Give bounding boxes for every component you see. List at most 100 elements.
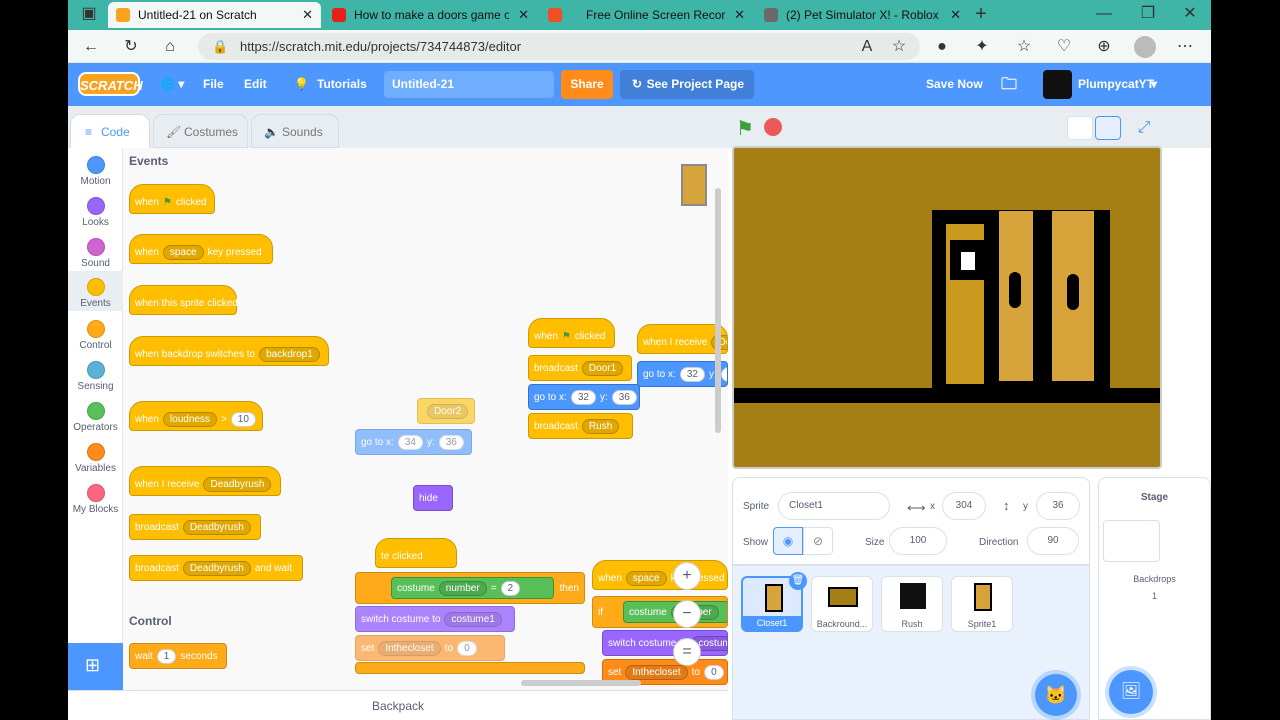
- size-input[interactable]: 100: [889, 527, 947, 555]
- zoom-reset-button[interactable]: =: [673, 638, 701, 666]
- avatar[interactable]: [1043, 70, 1072, 99]
- tab-scratch[interactable]: Untitled-21 on Scratch ✕: [108, 2, 321, 28]
- profile-icon[interactable]: [1134, 36, 1156, 58]
- new-tab-button[interactable]: +: [970, 3, 992, 25]
- sprite-closet1[interactable]: 🗑 Closet1: [741, 572, 807, 632]
- see-project-page-button[interactable]: ↻ See Project Page: [620, 70, 754, 99]
- tab-recorder[interactable]: Free Online Screen Recorder ✕: [540, 2, 753, 28]
- script-workspace[interactable]: Door2 go to x: 34 y: 36 hide te clicked cos…: [345, 148, 728, 690]
- restore-icon[interactable]: ❐: [1137, 3, 1159, 25]
- scratch-logo[interactable]: SCRATCH: [78, 72, 143, 96]
- minimize-icon[interactable]: —: [1093, 3, 1115, 25]
- category-motion[interactable]: Motion: [68, 152, 123, 187]
- globe-icon[interactable]: 🌐 ▾: [160, 63, 184, 106]
- when-i-receive-block[interactable]: when I receive Deadbyrush: [129, 466, 281, 496]
- zoom-out-button[interactable]: −: [673, 600, 701, 628]
- close-window-icon[interactable]: ✕: [1179, 3, 1201, 25]
- file-menu[interactable]: File: [203, 63, 224, 106]
- fullscreen-icon[interactable]: ⤢: [1131, 116, 1157, 140]
- costume-number-equals-block[interactable]: costume number = 2: [391, 577, 554, 599]
- tab-roblox[interactable]: (2) Pet Simulator X! - Roblox ✕: [756, 2, 969, 28]
- normal-stage-icon[interactable]: [1095, 116, 1121, 140]
- extension-icon[interactable]: ●: [931, 36, 953, 58]
- stage-panel[interactable]: Stage Backdrops 1 🖼: [1098, 477, 1211, 720]
- workspace-sprite-clicked-block[interactable]: te clicked: [375, 538, 457, 568]
- tab-sounds[interactable]: 🔈 Sounds: [251, 114, 339, 148]
- share-button[interactable]: Share: [561, 70, 613, 99]
- back-icon[interactable]: ←: [80, 36, 102, 58]
- category-variables[interactable]: Variables: [68, 439, 123, 474]
- category-events[interactable]: Events: [68, 271, 123, 311]
- broadcast-rush-block[interactable]: broadcast Rush: [528, 413, 633, 439]
- read-aloud-icon[interactable]: A: [856, 36, 878, 58]
- show-visible-icon[interactable]: ◉: [773, 527, 803, 555]
- broadcast-and-wait-block[interactable]: broadcast Deadbyrush and wait: [129, 555, 303, 581]
- sprite-rush[interactable]: Rush: [881, 576, 943, 632]
- close-icon[interactable]: ✕: [518, 7, 529, 23]
- when-flag-clicked-script[interactable]: when ⚑ clicked: [528, 318, 615, 348]
- small-stage-icon[interactable]: [1067, 116, 1093, 140]
- add-sprite-button[interactable]: 🐱: [1035, 674, 1077, 716]
- category-operators[interactable]: Operators: [68, 398, 123, 433]
- sprite-sprite1[interactable]: Sprite1: [951, 576, 1013, 632]
- chevron-down-icon[interactable]: ▾: [1151, 63, 1157, 106]
- sprite-background[interactable]: Backround...: [811, 576, 873, 632]
- collections-icon[interactable]: ⊕: [1093, 36, 1115, 58]
- when-space-pressed-script[interactable]: whenspacekey pressed: [592, 560, 728, 590]
- if-costume-block[interactable]: costume number = 2 then: [355, 572, 585, 604]
- tab-code[interactable]: ≡ Code: [70, 114, 150, 148]
- more-icon[interactable]: ⋯: [1174, 36, 1196, 58]
- close-icon[interactable]: ✕: [950, 7, 961, 23]
- category-sensing[interactable]: Sensing: [68, 357, 123, 392]
- tab-youtube[interactable]: How to make a doors game on s ✕: [324, 2, 537, 28]
- show-hidden-icon[interactable]: ⊘: [803, 527, 833, 555]
- category-sound[interactable]: Sound: [68, 234, 123, 269]
- when-key-pressed-block[interactable]: when space key pressed: [129, 234, 273, 264]
- vertical-scrollbar[interactable]: [715, 188, 721, 433]
- save-now-button[interactable]: Save Now: [926, 63, 983, 106]
- close-icon[interactable]: ✕: [302, 7, 313, 23]
- browser-essentials-icon[interactable]: ♡: [1053, 36, 1075, 58]
- if-block[interactable]: if costumenumber: [592, 596, 728, 628]
- add-extension-button[interactable]: ⊞: [68, 643, 123, 690]
- when-backdrop-switches-block[interactable]: when backdrop switches to backdrop1: [129, 336, 329, 366]
- close-icon[interactable]: ✕: [734, 7, 745, 23]
- delete-icon[interactable]: 🗑: [789, 572, 807, 590]
- url-input[interactable]: 🔒 https://scratch.mit.edu/projects/73474…: [198, 33, 920, 60]
- horizontal-scrollbar[interactable]: [521, 680, 641, 686]
- when-loudness-block[interactable]: when loudness >10: [129, 401, 263, 431]
- category-my-blocks[interactable]: My Blocks: [68, 480, 123, 515]
- direction-input[interactable]: 90: [1027, 527, 1079, 555]
- tab-costumes[interactable]: 🖌 Costumes: [153, 114, 248, 148]
- project-title-input[interactable]: Untitled-21: [384, 71, 554, 98]
- when-sprite-clicked-block[interactable]: when this sprite clicked: [129, 285, 238, 315]
- add-backdrop-button[interactable]: 🖼: [1109, 670, 1153, 714]
- y-input[interactable]: 36: [1036, 492, 1080, 520]
- broadcast-block[interactable]: broadcast Deadbyrush: [129, 514, 261, 540]
- home-icon[interactable]: ⌂: [159, 36, 181, 58]
- favorite-add-icon[interactable]: ☆: [888, 36, 910, 58]
- category-looks[interactable]: Looks: [68, 193, 123, 228]
- edit-menu[interactable]: Edit: [244, 63, 267, 106]
- refresh-icon[interactable]: ↻: [120, 36, 142, 58]
- username-menu[interactable]: PlumpycatYT: [1078, 63, 1154, 106]
- extensions-icon[interactable]: ✦: [971, 36, 993, 58]
- broadcast-door1-block[interactable]: broadcast Door1: [528, 355, 632, 381]
- backpack[interactable]: Backpack: [68, 690, 728, 720]
- green-flag-icon[interactable]: ⚑: [736, 116, 754, 141]
- sprite-name-input[interactable]: Closet1: [778, 492, 890, 520]
- tutorials-menu[interactable]: Tutorials: [317, 63, 367, 106]
- favorites-icon[interactable]: ☆: [1013, 36, 1035, 58]
- category-control[interactable]: Control: [68, 316, 123, 351]
- workspace-go-to-block[interactable]: go to x: 34 y: 36: [355, 429, 472, 455]
- zoom-in-button[interactable]: +: [673, 562, 701, 590]
- workspace-door2-block[interactable]: Door2: [417, 398, 475, 424]
- folder-icon[interactable]: 🗀: [1001, 63, 1017, 106]
- x-input[interactable]: 304: [942, 492, 986, 520]
- tab-actions-icon[interactable]: ▣: [78, 3, 100, 25]
- switch-costume-block-2[interactable]: switch costume tocostume1: [602, 630, 728, 656]
- go-to-xy-block[interactable]: go to x: 32 y: 36: [528, 384, 640, 410]
- switch-costume-block[interactable]: switch costume to costume1: [355, 606, 515, 632]
- hide-block[interactable]: hide: [413, 485, 453, 511]
- stage-canvas[interactable]: [732, 146, 1162, 469]
